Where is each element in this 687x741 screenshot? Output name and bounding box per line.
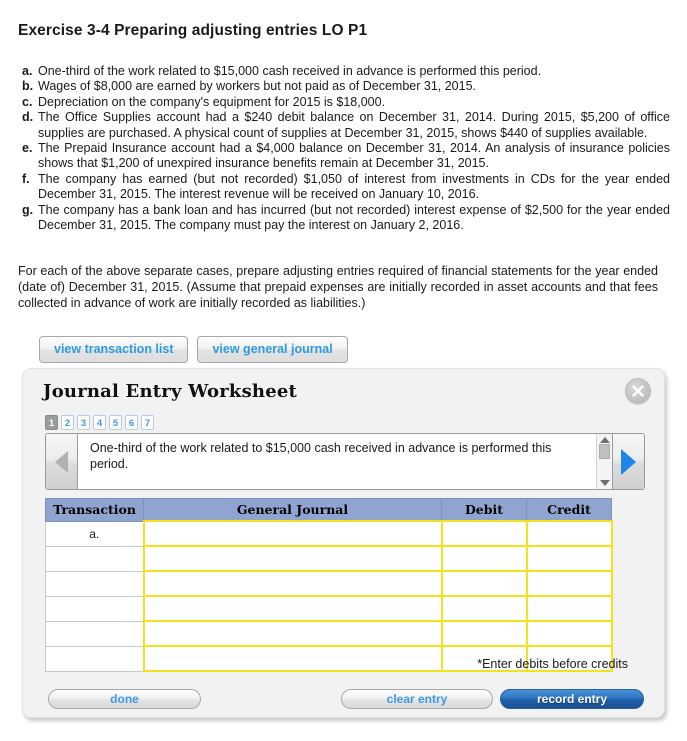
chevron-left-icon <box>55 450 68 473</box>
problem-letter: d. <box>22 110 34 125</box>
problem-text: The company has a bank loan and has incu… <box>38 202 670 233</box>
scroll-down-icon[interactable] <box>599 480 610 486</box>
cell-transaction <box>45 570 144 597</box>
view-transaction-list-button[interactable]: view transaction list <box>39 336 189 363</box>
cell-input-debit[interactable] <box>440 570 528 597</box>
view-general-journal-button[interactable]: view general journal <box>197 336 348 363</box>
table-row <box>45 595 613 622</box>
problem-item: d. The Office Supplies account had a $240… <box>18 110 670 141</box>
instructions-paragraph: For each of the above separate cases, pr… <box>18 264 658 310</box>
problem-item: b. Wages of $8,000 are earned by workers … <box>18 79 670 94</box>
problem-letter: e. <box>22 141 33 156</box>
table-header-row: Transaction General Journal Debit Credit <box>45 498 612 522</box>
previous-entry-button[interactable] <box>46 434 78 489</box>
cell-transaction <box>45 645 144 672</box>
cell-input-debit[interactable] <box>440 545 528 572</box>
view-buttons-group: view transaction list view general journ… <box>39 336 348 363</box>
scroll-up-icon[interactable] <box>599 437 610 443</box>
problem-letter: a. <box>22 64 33 78</box>
cell-input-credit[interactable] <box>525 620 613 647</box>
column-header-general-journal: General Journal <box>143 498 442 522</box>
problem-text: The Office Supplies account had a $240 d… <box>38 110 670 140</box>
step-chip-6[interactable]: 6 <box>125 415 138 430</box>
table-row <box>45 545 613 572</box>
prompt-navigator: One-third of the work related to $15,000… <box>45 433 645 490</box>
cell-input-general-journal[interactable] <box>142 595 443 622</box>
problem-item: c. Depreciation on the company's equipmen… <box>18 95 670 110</box>
prompt-text: One-third of the work related to $15,000… <box>90 441 552 471</box>
problem-text: Wages of $8,000 are earned by workers bu… <box>38 79 476 94</box>
column-header-credit: Credit <box>526 498 612 522</box>
cell-input-credit[interactable] <box>525 520 613 547</box>
step-chip-5[interactable]: 5 <box>109 415 122 430</box>
problem-text: The company has earned (but not recorded… <box>38 171 670 202</box>
cell-transaction <box>45 595 144 622</box>
journal-entry-worksheet-panel: Journal Entry Worksheet 1234567 One-thir… <box>22 368 665 718</box>
chevron-right-icon <box>621 448 636 475</box>
problem-item: g. The company has a bank loan and has in… <box>18 203 670 234</box>
cell-input-credit[interactable] <box>525 545 613 572</box>
cell-input-debit[interactable] <box>440 520 528 547</box>
cell-input-general-journal[interactable] <box>142 645 443 672</box>
problem-letter: f. <box>22 171 30 186</box>
step-chip-2[interactable]: 2 <box>61 415 74 430</box>
cell-input-general-journal[interactable] <box>142 620 443 647</box>
cell-input-debit[interactable] <box>440 620 528 647</box>
cell-transaction: a. <box>45 520 144 547</box>
cell-input-credit[interactable] <box>525 570 613 597</box>
problem-list: a. One-third of the work related to $15,0… <box>18 64 670 233</box>
record-entry-button[interactable]: record entry <box>500 689 644 709</box>
column-header-debit: Debit <box>441 498 527 522</box>
journal-entry-table: Transaction General Journal Debit Credit… <box>45 498 613 672</box>
cell-input-debit[interactable] <box>440 595 528 622</box>
page-title: Exercise 3-4 Preparing adjusting entries… <box>18 22 368 39</box>
table-row <box>45 570 613 597</box>
step-chip-7[interactable]: 7 <box>141 415 154 430</box>
problem-text: One-third of the work related to $15,000… <box>38 64 542 78</box>
column-header-transaction: Transaction <box>45 498 144 522</box>
next-entry-button[interactable] <box>612 434 644 489</box>
problem-text: The Prepaid Insurance account had a $4,0… <box>38 141 670 171</box>
prompt-scrollbar[interactable] <box>596 434 612 489</box>
problem-letter: c. <box>22 94 33 109</box>
cell-input-general-journal[interactable] <box>142 520 443 547</box>
clear-entry-button[interactable]: clear entry <box>341 689 493 709</box>
problem-letter: b. <box>22 79 34 94</box>
cell-input-general-journal[interactable] <box>142 570 443 597</box>
step-chip-4[interactable]: 4 <box>93 415 106 430</box>
worksheet-title: Journal Entry Worksheet <box>43 381 298 402</box>
worksheet-step-pagination: 1234567 <box>45 415 154 430</box>
table-row: a. <box>45 520 613 547</box>
problem-letter: g. <box>22 202 34 217</box>
table-row <box>45 620 613 647</box>
close-icon[interactable] <box>625 378 651 404</box>
cell-input-general-journal[interactable] <box>142 545 443 572</box>
problem-item: e. The Prepaid Insurance account had a $4… <box>18 141 670 172</box>
scrollbar-thumb[interactable] <box>599 444 610 459</box>
cell-transaction <box>45 620 144 647</box>
problem-item: a. One-third of the work related to $15,0… <box>18 64 670 79</box>
step-chip-1[interactable]: 1 <box>45 415 58 430</box>
cell-input-credit[interactable] <box>525 595 613 622</box>
problem-item: f. The company has earned (but not record… <box>18 172 670 203</box>
cell-transaction <box>45 545 144 572</box>
prompt-text-area: One-third of the work related to $15,000… <box>78 434 596 489</box>
problem-text: Depreciation on the company's equipment … <box>38 94 386 109</box>
done-button[interactable]: done <box>48 689 201 709</box>
step-chip-3[interactable]: 3 <box>77 415 90 430</box>
debits-before-credits-note: *Enter debits before credits <box>477 657 628 671</box>
